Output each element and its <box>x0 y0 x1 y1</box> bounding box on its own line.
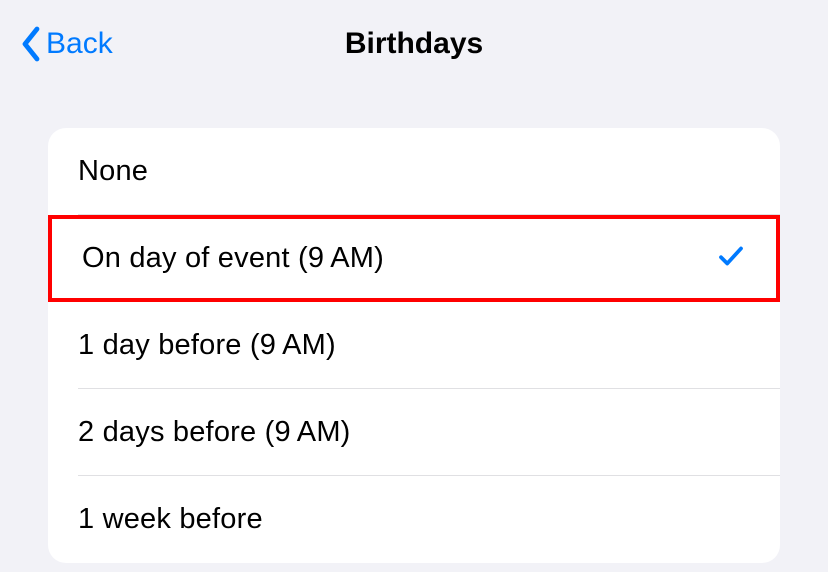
back-button[interactable]: Back <box>20 26 113 62</box>
option-label: None <box>78 155 148 188</box>
checkmark-icon <box>716 241 746 276</box>
option-label: 2 days before (9 AM) <box>78 416 351 449</box>
option-on-day-of-event[interactable]: On day of event (9 AM) <box>48 215 780 302</box>
option-1-week-before[interactable]: 1 week before <box>48 476 780 563</box>
back-label: Back <box>46 27 113 61</box>
option-2-days-before[interactable]: 2 days before (9 AM) <box>48 389 780 476</box>
chevron-left-icon <box>20 26 42 62</box>
options-list: None On day of event (9 AM) 1 day before… <box>48 128 780 563</box>
option-label: On day of event (9 AM) <box>82 242 384 275</box>
option-1-day-before[interactable]: 1 day before (9 AM) <box>48 302 780 389</box>
navbar: Back Birthdays <box>0 0 828 88</box>
option-label: 1 day before (9 AM) <box>78 329 336 362</box>
option-label: 1 week before <box>78 503 263 536</box>
option-none[interactable]: None <box>48 128 780 215</box>
page-title: Birthdays <box>345 27 483 61</box>
